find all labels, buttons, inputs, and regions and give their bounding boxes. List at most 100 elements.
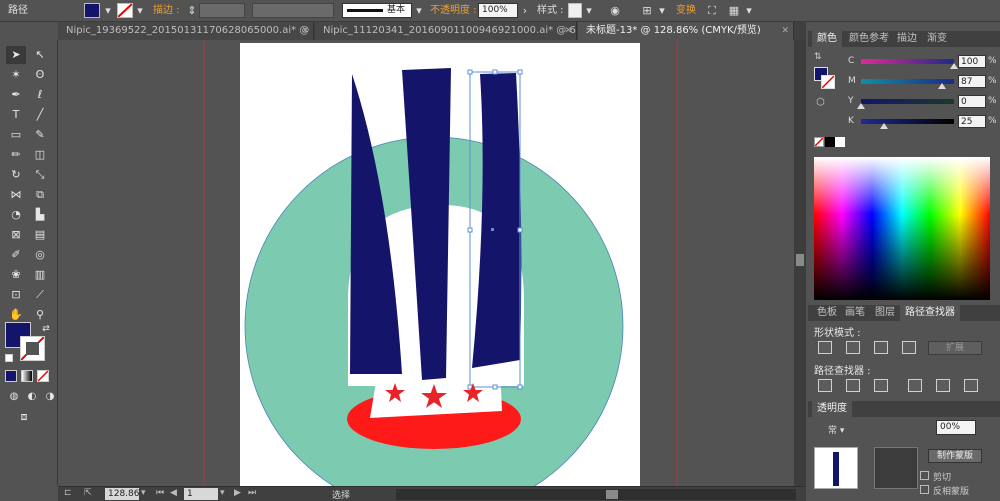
curvature-tool-icon[interactable]: ℓ [30, 86, 50, 104]
draw-normal-icon[interactable]: ◍ [4, 388, 24, 406]
selection-tool-icon[interactable]: ➤ [6, 46, 26, 64]
tab-layers[interactable]: 图层 [870, 305, 900, 321]
clip-checkbox[interactable] [920, 471, 929, 480]
width-tool-icon[interactable]: ⋈ [6, 186, 26, 204]
perspective-grid-tool-icon[interactable]: ▙ [30, 206, 50, 224]
color-mode-icon[interactable] [5, 370, 17, 382]
chevron-down-icon[interactable]: ▾ [742, 4, 756, 18]
chevron-down-icon[interactable]: ▾ [412, 4, 426, 18]
none-color-chip[interactable] [814, 137, 824, 147]
stroke-color-box[interactable] [20, 336, 45, 361]
scrollbar-thumb[interactable] [606, 490, 618, 499]
tab-transparency[interactable]: 透明度 [812, 401, 852, 417]
scale-tool-icon[interactable]: ⤡ [30, 166, 50, 184]
variable-width-dropdown[interactable] [252, 3, 334, 18]
invert-mask-checkbox[interactable] [920, 485, 929, 494]
color-spectrum[interactable] [814, 157, 990, 300]
rotate-tool-icon[interactable]: ↻ [6, 166, 26, 184]
slider-track[interactable] [861, 99, 954, 104]
eraser-tool-icon[interactable]: ◫ [30, 146, 50, 164]
stroke-swatch[interactable] [117, 3, 133, 18]
slider-knob[interactable] [937, 83, 946, 89]
artboard-svg[interactable] [58, 40, 794, 486]
fill-swatch[interactable] [84, 3, 100, 18]
tab-document-active[interactable]: 未标题-13* @ 128.86% (CMYK/预览) ✕ [578, 22, 794, 40]
stroke-profile-dropdown[interactable]: 基本 [342, 3, 412, 18]
recolor-icon[interactable]: ◉ [608, 4, 622, 18]
yellow-input[interactable]: 0 [958, 95, 986, 108]
next-artboard-icon[interactable]: ▶ [234, 488, 241, 498]
magic-wand-tool-icon[interactable]: ✶ [6, 66, 26, 84]
minus-back-icon[interactable] [964, 379, 978, 392]
tab-color-guide[interactable]: 颜色参考 [844, 31, 894, 47]
isolate-icon[interactable]: ⛶ [705, 4, 719, 18]
black-color-chip[interactable] [825, 137, 835, 147]
vertical-scrollbar[interactable] [794, 40, 806, 486]
none-mode-icon[interactable] [37, 370, 49, 382]
slider-track[interactable] [861, 59, 954, 64]
tab-gradient[interactable]: 渐变 [922, 31, 952, 47]
close-icon[interactable]: ✕ [564, 22, 572, 40]
tab-document-1[interactable]: Nipic_19369522_20150131170628065000.ai* … [58, 22, 314, 40]
export-icon[interactable]: ⇱ [84, 488, 92, 498]
swap-fill-stroke-icon[interactable]: ⇅ [814, 52, 822, 62]
intersect-icon[interactable] [874, 341, 888, 354]
minus-front-icon[interactable] [846, 341, 860, 354]
close-icon[interactable]: ✕ [781, 22, 789, 40]
screen-mode-icon[interactable]: ⧈ [14, 408, 34, 426]
canvas-area[interactable] [58, 40, 794, 486]
tab-pathfinder[interactable]: 路径查找器 [900, 305, 960, 321]
line-tool-icon[interactable]: ╱ [30, 106, 50, 124]
paintbrush-tool-icon[interactable]: ✎ [30, 126, 50, 144]
tab-document-2[interactable]: Nipic_11120341_20160901100946921000.ai* … [315, 22, 577, 40]
chevron-down-icon[interactable]: ▾ [220, 488, 225, 498]
chevron-down-icon[interactable]: ▾ [133, 4, 147, 18]
slider-knob[interactable] [857, 103, 865, 109]
white-color-chip[interactable] [835, 137, 845, 147]
direct-selection-tool-icon[interactable]: ↖ [30, 46, 50, 64]
slice-tool-icon[interactable]: ⟋ [30, 286, 50, 304]
previous-artboard-icon[interactable]: ◀ [170, 488, 177, 498]
arrange-icon[interactable]: ▦ [727, 4, 741, 18]
eyedropper-tool-icon[interactable]: ✐ [6, 246, 26, 264]
shape-builder-tool-icon[interactable]: ◔ [6, 206, 26, 224]
free-transform-tool-icon[interactable]: ⧉ [30, 186, 50, 204]
mask-thumbnail[interactable] [874, 447, 918, 489]
stroke-weight-stepper[interactable]: ⇕ [185, 4, 199, 18]
artboard-number-input[interactable]: 1 [184, 488, 218, 500]
slider-knob[interactable] [880, 123, 889, 129]
chevron-down-icon[interactable]: ▾ [141, 488, 146, 498]
last-artboard-icon[interactable]: ⏭ [248, 488, 256, 498]
expand-button[interactable]: 扩展 [928, 341, 982, 355]
blend-mode-dropdown[interactable]: 常 ▾ [828, 423, 844, 436]
swap-fill-stroke-icon[interactable]: ⇄ [36, 320, 56, 338]
outline-icon[interactable] [936, 379, 950, 392]
opacity-label[interactable]: 不透明度 : [430, 0, 477, 22]
tab-stroke[interactable]: 描边 [892, 31, 922, 47]
chevron-right-icon[interactable]: › [518, 4, 532, 18]
stroke-label[interactable]: 描边 : [153, 0, 180, 22]
artboard-nav-icon[interactable]: ⊏ [64, 488, 72, 498]
trim-icon[interactable] [846, 379, 860, 392]
transparency-opacity-input[interactable]: 00% [936, 420, 976, 435]
zoom-input[interactable]: 128.86 [105, 488, 140, 500]
chevron-down-icon[interactable]: ▾ [101, 4, 115, 18]
artboard-tool-icon[interactable]: ⊡ [6, 286, 26, 304]
make-mask-button[interactable]: 制作蒙版 [928, 449, 982, 463]
slider-knob[interactable] [950, 63, 958, 69]
transform-link[interactable]: 变换 [676, 0, 696, 22]
style-swatch[interactable] [568, 3, 582, 18]
scrollbar-thumb[interactable] [796, 254, 804, 266]
cyan-input[interactable]: 100 [958, 55, 986, 68]
gradient-mode-icon[interactable] [21, 370, 33, 382]
rectangle-tool-icon[interactable]: ▭ [6, 126, 26, 144]
lasso-tool-icon[interactable]: ʘ [30, 66, 50, 84]
tab-brushes[interactable]: 画笔 [840, 305, 870, 321]
pencil-tool-icon[interactable]: ✏ [6, 146, 26, 164]
artwork-thumbnail[interactable] [814, 447, 858, 489]
magenta-input[interactable]: 87 [958, 75, 986, 88]
slider-track[interactable] [861, 119, 954, 124]
stroke-weight-dropdown[interactable] [199, 3, 245, 18]
symbol-sprayer-tool-icon[interactable]: ❀ [6, 266, 26, 284]
chevron-down-icon[interactable]: ▾ [582, 4, 596, 18]
